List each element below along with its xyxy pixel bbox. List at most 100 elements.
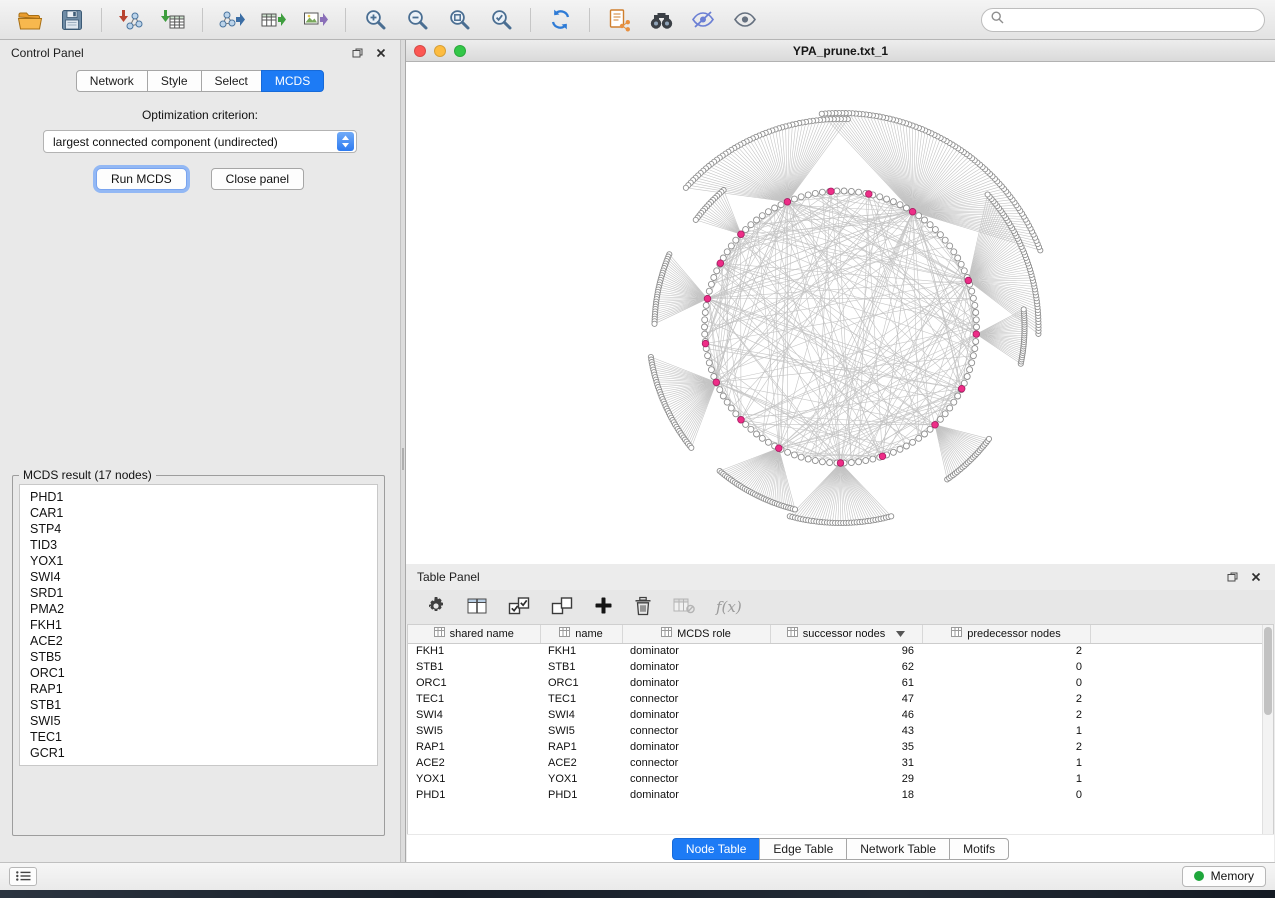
table-row[interactable]: SWI5SWI5connector431 <box>408 723 1262 739</box>
export-image-icon <box>303 8 329 32</box>
import-table-icon <box>160 8 186 32</box>
scrollbar-thumb[interactable] <box>1264 627 1272 715</box>
mcds-node-item[interactable]: STB1 <box>30 697 367 713</box>
run-mcds-button[interactable]: Run MCDS <box>96 168 187 190</box>
close-panel-button[interactable]: Close panel <box>211 168 304 190</box>
table-row[interactable]: RAP1RAP1dominator352 <box>408 739 1262 755</box>
zoom-selected-button[interactable] <box>481 4 521 36</box>
open-file-button[interactable] <box>10 4 50 36</box>
network-graph[interactable] <box>406 62 1275 564</box>
delete-columns-button[interactable] <box>634 596 652 619</box>
mcds-node-item[interactable]: CAR1 <box>30 505 367 521</box>
search-box[interactable] <box>981 8 1265 32</box>
tab-node-table[interactable]: Node Table <box>672 838 761 860</box>
disabled-table-icon <box>673 597 695 618</box>
maximize-window-button[interactable] <box>454 45 466 57</box>
network-canvas[interactable] <box>406 62 1275 564</box>
mcds-node-item[interactable]: TEC1 <box>30 729 367 745</box>
tab-edge-table[interactable]: Edge Table <box>759 838 847 860</box>
column-header-name[interactable]: name <box>540 625 622 643</box>
network-window-titlebar[interactable]: YPA_prune.txt_1 <box>406 40 1275 62</box>
table-row[interactable]: ACE2ACE2connector311 <box>408 755 1262 771</box>
show-all-button[interactable] <box>725 4 765 36</box>
memory-label: Memory <box>1211 869 1254 883</box>
tab-select[interactable]: Select <box>201 70 262 92</box>
binoculars-icon <box>649 10 674 30</box>
table-row[interactable]: TEC1TEC1connector472 <box>408 691 1262 707</box>
delete-table-button[interactable] <box>673 597 695 618</box>
tab-style[interactable]: Style <box>147 70 202 92</box>
mcds-node-item[interactable]: SWI4 <box>30 569 367 585</box>
table-row[interactable]: SWI4SWI4dominator462 <box>408 707 1262 723</box>
table-row[interactable]: PHD1PHD1dominator180 <box>408 787 1262 803</box>
table-row[interactable]: STB1STB1dominator620 <box>408 659 1262 675</box>
control-panel-close-button[interactable] <box>373 45 389 61</box>
mcds-node-item[interactable]: FKH1 <box>30 617 367 633</box>
mcds-node-item[interactable]: RAP1 <box>30 681 367 697</box>
mcds-result-list[interactable]: PHD1CAR1STP4TID3YOX1SWI4SRD1PMA2FKH1ACE2… <box>19 484 378 766</box>
table-row[interactable]: YOX1YOX1connector291 <box>408 771 1262 787</box>
first-neighbors-button[interactable] <box>641 4 681 36</box>
cell-mcds-role: dominator <box>622 739 770 755</box>
mcds-node-item[interactable]: TID3 <box>30 537 367 553</box>
tab-network-table[interactable]: Network Table <box>846 838 950 860</box>
table-panel-float-button[interactable] <box>1224 569 1240 585</box>
export-network-button[interactable] <box>212 4 252 36</box>
export-image-button[interactable] <box>296 4 336 36</box>
refresh-layout-button[interactable] <box>540 4 580 36</box>
mcds-node-item[interactable]: GCR1 <box>30 745 367 761</box>
cell-predecessor-nodes: 2 <box>922 643 1090 659</box>
create-column-button[interactable] <box>594 596 613 618</box>
share-document-button[interactable] <box>599 4 639 36</box>
mcds-node-item[interactable]: ORC1 <box>30 665 367 681</box>
show-panels-button[interactable] <box>9 867 37 886</box>
import-network-button[interactable] <box>111 4 151 36</box>
table-scrollbar[interactable] <box>1262 625 1273 834</box>
mcds-node-item[interactable]: STP4 <box>30 521 367 537</box>
mcds-node-item[interactable]: YOX1 <box>30 553 367 569</box>
mcds-node-item[interactable]: STB5 <box>30 649 367 665</box>
search-input[interactable] <box>1010 12 1255 28</box>
table-row[interactable]: FKH1FKH1dominator962 <box>408 643 1262 659</box>
table-settings-button[interactable] <box>426 596 446 619</box>
hide-selected-button[interactable] <box>683 4 723 36</box>
column-header-successor-nodes[interactable]: successor nodes <box>770 625 922 643</box>
column-header-MCDS-role[interactable]: MCDS role <box>622 625 770 643</box>
save-session-button[interactable] <box>52 4 92 36</box>
column-header-predecessor-nodes[interactable]: predecessor nodes <box>922 625 1090 643</box>
cell-name: STB1 <box>540 659 622 675</box>
criterion-select[interactable]: largest connected component (undirected) <box>43 130 357 153</box>
close-window-button[interactable] <box>414 45 426 57</box>
show-columns-button[interactable] <box>467 597 487 618</box>
zoom-out-button[interactable] <box>397 4 437 36</box>
column-grid-icon <box>434 627 445 640</box>
select-all-columns-button[interactable] <box>508 596 530 619</box>
control-panel: Control Panel NetworkStyleSelectMCDS Opt… <box>0 40 400 862</box>
table-row[interactable]: ORC1ORC1dominator610 <box>408 675 1262 691</box>
search-icon <box>991 11 1004 29</box>
mcds-node-item[interactable]: PHD1 <box>30 489 367 505</box>
tab-mcds[interactable]: MCDS <box>261 70 324 92</box>
fx-button[interactable]: f(x) <box>716 598 742 616</box>
cell-successor-nodes: 96 <box>770 643 922 659</box>
import-table-button[interactable] <box>153 4 193 36</box>
table-panel-close-button[interactable] <box>1248 569 1264 585</box>
zoom-fit-button[interactable] <box>439 4 479 36</box>
unselect-all-columns-button[interactable] <box>551 596 573 619</box>
zoom-in-button[interactable] <box>355 4 395 36</box>
cell-shared-name: FKH1 <box>408 643 540 659</box>
memory-button[interactable]: Memory <box>1182 866 1266 887</box>
mcds-node-item[interactable]: ACE2 <box>30 633 367 649</box>
mcds-node-item[interactable]: SRD1 <box>30 585 367 601</box>
cell-mcds-role: connector <box>622 755 770 771</box>
minimize-window-button[interactable] <box>434 45 446 57</box>
cytoscape-window: Control Panel NetworkStyleSelectMCDS Opt… <box>0 0 1275 890</box>
column-header-shared-name[interactable]: shared name <box>408 625 540 643</box>
cell-filler <box>1090 691 1262 707</box>
export-table-button[interactable] <box>254 4 294 36</box>
tab-motifs[interactable]: Motifs <box>949 838 1009 860</box>
mcds-node-item[interactable]: PMA2 <box>30 601 367 617</box>
tab-network[interactable]: Network <box>76 70 148 92</box>
mcds-node-item[interactable]: SWI5 <box>30 713 367 729</box>
control-panel-float-button[interactable] <box>349 45 365 61</box>
